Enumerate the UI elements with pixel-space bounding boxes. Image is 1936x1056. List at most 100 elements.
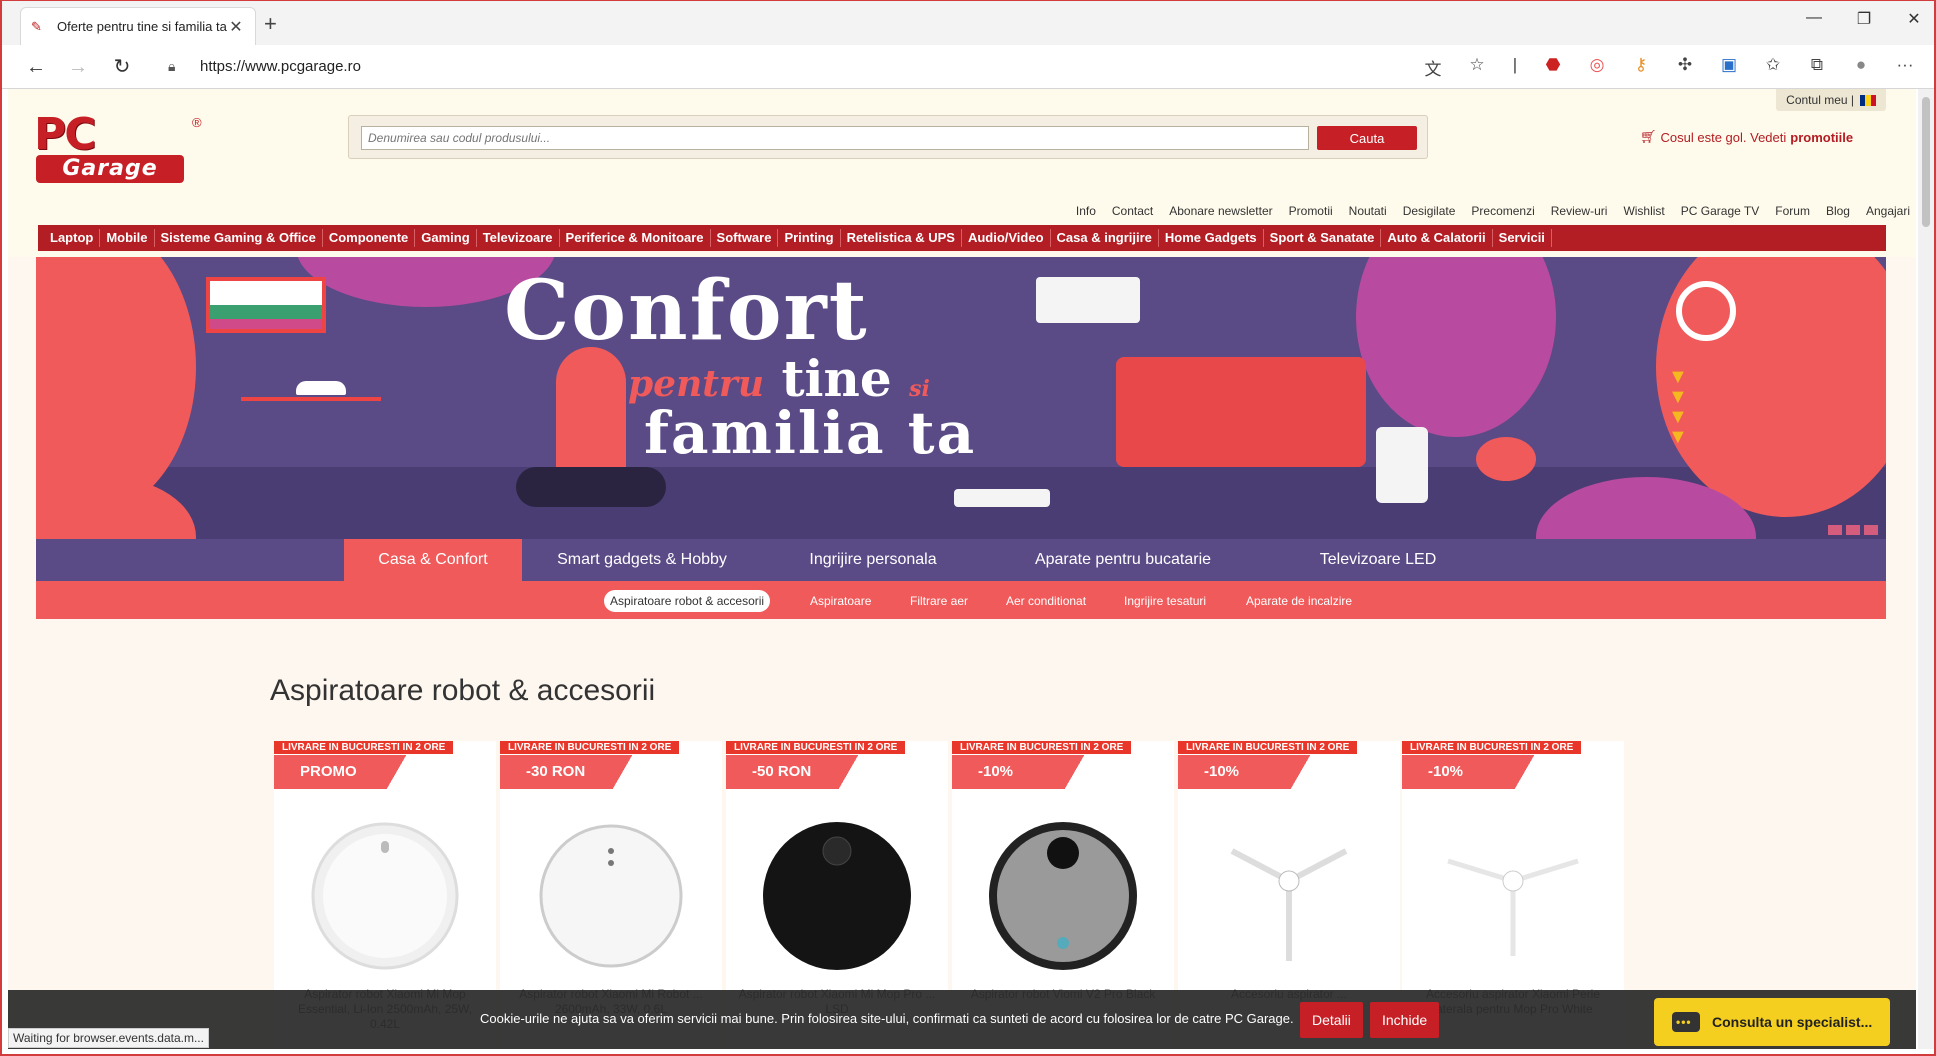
category-nav-item[interactable]: Mobile xyxy=(100,229,155,247)
category-nav-item[interactable]: Casa & ingrijire xyxy=(1051,229,1159,247)
category-nav-item[interactable]: Sport & Sanatate xyxy=(1264,229,1382,247)
key-icon[interactable]: ⚷ xyxy=(1630,55,1652,80)
cookie-details-button[interactable]: Detalii xyxy=(1300,1002,1363,1038)
top-link[interactable]: Wishlist xyxy=(1623,204,1664,218)
sub-tab[interactable]: Filtrare aer xyxy=(904,590,974,612)
forward-icon[interactable]: → xyxy=(64,53,92,81)
top-link[interactable]: Abonare newsletter xyxy=(1169,204,1272,218)
close-window-icon[interactable]: ✕ xyxy=(1894,9,1934,29)
site-header: Contul meu | PC Garage ® Cauta 🛒︎ Cosul … xyxy=(8,89,1916,257)
collections-icon[interactable]: ⧉ xyxy=(1806,55,1828,80)
category-nav-item[interactable]: Auto & Calatorii xyxy=(1381,229,1493,247)
address-bar[interactable]: 🔒︎ https://www.pcgarage.ro xyxy=(152,50,1498,82)
product-image[interactable] xyxy=(536,821,686,971)
category-nav-item[interactable]: Software xyxy=(711,229,779,247)
search-input[interactable] xyxy=(361,126,1309,150)
sub-tab[interactable]: Aspiratoare xyxy=(804,590,877,612)
extension-icon[interactable]: ◎ xyxy=(1586,55,1608,80)
back-icon[interactable]: ← xyxy=(22,53,50,81)
top-link[interactable]: Info xyxy=(1076,204,1096,218)
category-nav-item[interactable]: Componente xyxy=(323,229,416,247)
scrollbar-thumb[interactable] xyxy=(1922,97,1930,227)
restore-icon[interactable]: ❐ xyxy=(1844,9,1884,29)
site-favicon-icon: ✎ xyxy=(31,18,42,34)
consult-label: Consulta un specialist... xyxy=(1712,1014,1873,1030)
profile-avatar-icon[interactable]: ● xyxy=(1850,55,1872,80)
sub-tab[interactable]: Aspiratoare robot & accesorii xyxy=(604,590,771,612)
category-nav-item[interactable]: Laptop xyxy=(44,229,101,247)
category-nav-item[interactable]: Retelistica & UPS xyxy=(841,229,962,247)
close-tab-icon[interactable]: ✕ xyxy=(227,17,245,37)
carousel-dot[interactable] xyxy=(1846,525,1860,535)
ui-extension-icon[interactable]: ▣ xyxy=(1718,55,1740,80)
sub-tab[interactable]: Aparate de incalzire xyxy=(1240,590,1358,612)
main-tab[interactable]: Televizoare LED xyxy=(1262,539,1494,581)
discount-badge: -30 RON xyxy=(500,755,650,789)
top-link[interactable]: Forum xyxy=(1775,204,1810,218)
top-link[interactable]: PC Garage TV xyxy=(1681,204,1759,218)
consult-specialist-button[interactable]: Consulta un specialist... xyxy=(1654,998,1890,1046)
browser-tabbar: ✎ Oferte pentru tine si familia ta - ✕ +… xyxy=(2,1,1934,45)
browser-tab[interactable]: ✎ Oferte pentru tine si familia ta - ✕ xyxy=(20,7,256,45)
promotions-link[interactable]: promotiile xyxy=(1790,130,1853,145)
category-nav-item[interactable]: Audio/Video xyxy=(962,229,1051,247)
page-scrollbar[interactable] xyxy=(1918,89,1934,1049)
lock-icon: 🔒︎ xyxy=(168,57,176,74)
cookie-close-button[interactable]: Inchide xyxy=(1370,1002,1440,1038)
cart-status[interactable]: 🛒︎ Cosul este gol. Vedeti promotiile xyxy=(1640,129,1853,145)
category-nav-item[interactable]: Printing xyxy=(778,229,841,247)
reload-icon[interactable]: ↻ xyxy=(108,53,136,81)
category-nav-item[interactable]: Gaming xyxy=(415,229,477,247)
top-link[interactable]: Review-uri xyxy=(1551,204,1608,218)
carousel-dot[interactable] xyxy=(1864,525,1878,535)
browser-status-bar: Waiting for browser.events.data.m... xyxy=(8,1028,209,1048)
top-link[interactable]: Contact xyxy=(1112,204,1153,218)
new-tab-icon[interactable]: + xyxy=(264,11,277,37)
picture-frame-illustration xyxy=(206,277,326,333)
product-image[interactable] xyxy=(1438,821,1588,971)
favorites-icon[interactable]: ✩ xyxy=(1762,55,1784,80)
sub-tab[interactable]: Aer conditionat xyxy=(1000,590,1092,612)
category-nav-item[interactable]: Periferice & Monitoare xyxy=(560,229,711,247)
favorite-star-icon[interactable]: ☆ xyxy=(1466,55,1488,80)
product-image[interactable] xyxy=(988,821,1138,971)
category-nav-item[interactable]: Sisteme Gaming & Office xyxy=(155,229,323,247)
more-menu-icon[interactable]: ··· xyxy=(1894,55,1916,80)
product-image[interactable] xyxy=(1214,821,1364,971)
category-nav-item[interactable]: Servicii xyxy=(1493,229,1552,247)
adblock-icon[interactable]: ⬣ xyxy=(1542,55,1564,80)
minimize-icon[interactable]: — xyxy=(1794,9,1834,27)
iron-illustration xyxy=(296,381,346,395)
translate-icon[interactable]: 文 xyxy=(1422,55,1444,80)
top-link[interactable]: Noutati xyxy=(1349,204,1387,218)
category-nav-item[interactable]: Televizoare xyxy=(477,229,560,247)
top-link[interactable]: Precomenzi xyxy=(1471,204,1534,218)
hero-banner[interactable]: ▼ ▼ ▼ ▼ Confort pentru tine si familia ta xyxy=(36,257,1886,539)
sub-tab[interactable]: Ingrijire tesaturi xyxy=(1118,590,1212,612)
cart-text: Cosul este gol. Vedeti xyxy=(1660,129,1787,145)
main-tab[interactable]: Aparate pentru bucatarie xyxy=(988,539,1258,581)
discount-badge: PROMO xyxy=(274,755,424,789)
search-button[interactable]: Cauta xyxy=(1317,126,1417,150)
top-link[interactable]: Promotii xyxy=(1289,204,1333,218)
tab-title: Oferte pentru tine si familia ta - xyxy=(57,19,227,34)
main-tab[interactable]: Ingrijire personala xyxy=(762,539,984,581)
extension-puzzle-icon[interactable]: ✣ xyxy=(1674,55,1696,80)
top-link[interactable]: Angajari xyxy=(1866,204,1910,218)
product-image[interactable] xyxy=(310,821,460,971)
chat-icon xyxy=(1672,1012,1700,1032)
main-tab[interactable]: Casa & Confort xyxy=(344,539,522,581)
main-category-tabs: Casa & Confort Smart gadgets & Hobby Ingri… xyxy=(36,539,1886,581)
top-link[interactable]: Blog xyxy=(1826,204,1850,218)
romania-flag-icon[interactable] xyxy=(1860,94,1876,106)
pcgarage-logo[interactable]: PC Garage ® xyxy=(34,113,204,187)
ironing-board-illustration xyxy=(241,397,381,401)
main-tab[interactable]: Smart gadgets & Hobby xyxy=(526,539,758,581)
carousel-dot[interactable] xyxy=(1828,525,1842,535)
discount-badge: -50 RON xyxy=(726,755,876,789)
category-nav-item[interactable]: Home Gadgets xyxy=(1159,229,1264,247)
carousel-dots xyxy=(1828,525,1878,535)
account-link[interactable]: Contul meu | xyxy=(1776,89,1886,111)
top-link[interactable]: Desigilate xyxy=(1403,204,1456,218)
product-image[interactable] xyxy=(762,821,912,971)
